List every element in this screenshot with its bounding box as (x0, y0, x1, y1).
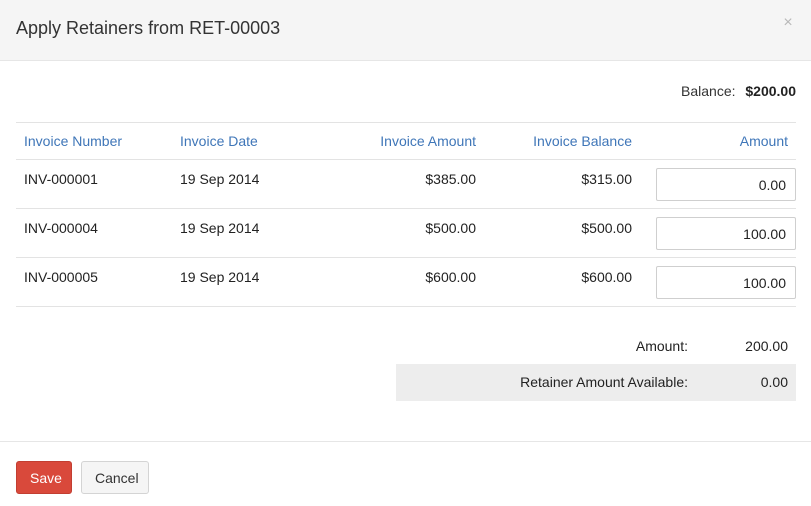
invoice-balance-cell: $315.00 (484, 159, 640, 209)
invoice-balance-cell: $600.00 (484, 257, 640, 307)
header-invoice-number: Invoice Number (16, 122, 172, 160)
invoice-number-cell: INV-000004 (16, 208, 172, 258)
invoice-amount-cell: $385.00 (302, 159, 484, 209)
invoice-amount-cell: $500.00 (302, 208, 484, 258)
retainer-available-value: 0.00 (760, 374, 788, 390)
cancel-button[interactable]: Cancel (81, 461, 149, 494)
invoice-amount-cell: $600.00 (302, 257, 484, 307)
amount-input[interactable] (656, 266, 796, 299)
dialog-footer: Save Cancel (0, 441, 811, 506)
invoice-date-cell: 19 Sep 2014 (172, 208, 302, 258)
amount-cell (640, 257, 796, 307)
header-amount: Amount (640, 122, 796, 160)
summary-amount-value: 200.00 (745, 338, 788, 354)
invoice-balance-cell: $500.00 (484, 208, 640, 258)
table-header-row: Invoice Number Invoice Date Invoice Amou… (16, 122, 796, 160)
header-invoice-amount: Invoice Amount (302, 122, 484, 160)
amount-input[interactable] (656, 168, 796, 201)
header-invoice-balance: Invoice Balance (484, 122, 640, 160)
summary-amount-row: Amount: 200.00 (396, 336, 796, 356)
save-button[interactable]: Save (16, 461, 72, 494)
close-icon[interactable]: × (781, 15, 795, 31)
apply-retainers-dialog: Apply Retainers from RET-00003 × Balance… (0, 0, 811, 506)
invoice-number-cell: INV-000001 (16, 159, 172, 209)
balance-value: $200.00 (745, 83, 796, 99)
dialog-title: Apply Retainers from RET-00003 (16, 18, 281, 38)
invoice-date-cell: 19 Sep 2014 (172, 159, 302, 209)
header-invoice-date: Invoice Date (172, 122, 302, 160)
summary-amount-label: Amount: (635, 338, 688, 354)
invoice-number-cell: INV-000005 (16, 257, 172, 307)
balance-display: Balance: $200.00 (681, 83, 796, 99)
retainer-available-label: Retainer Amount Available: (520, 374, 688, 390)
table-row: INV-000004 19 Sep 2014 $500.00 $500.00 (16, 208, 796, 258)
balance-label: Balance: (681, 83, 736, 99)
amount-input[interactable] (656, 217, 796, 250)
invoice-date-cell: 19 Sep 2014 (172, 257, 302, 307)
table-row: INV-000005 19 Sep 2014 $600.00 $600.00 (16, 257, 796, 307)
amount-cell (640, 208, 796, 258)
retainer-available-row: Retainer Amount Available: 0.00 (396, 364, 796, 401)
table-row: INV-000001 19 Sep 2014 $385.00 $315.00 (16, 159, 796, 209)
invoices-table: Invoice Number Invoice Date Invoice Amou… (16, 122, 796, 307)
dialog-header: Apply Retainers from RET-00003 × (0, 0, 811, 61)
amount-cell (640, 159, 796, 209)
